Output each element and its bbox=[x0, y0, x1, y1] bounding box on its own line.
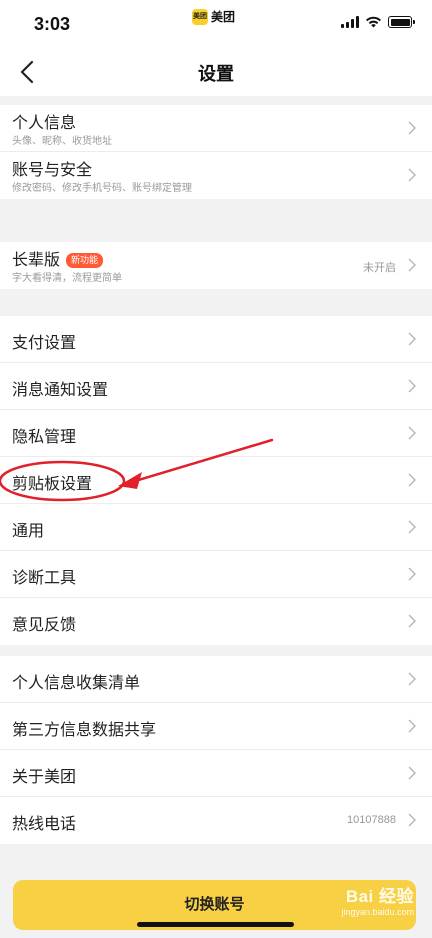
settings-row-payment[interactable]: 支付设置 bbox=[0, 316, 432, 363]
settings-row-privacy[interactable]: 隐私管理 bbox=[0, 410, 432, 457]
status-icons bbox=[341, 16, 415, 28]
row-label: 热线电话 bbox=[12, 816, 77, 833]
settings-row-feedback[interactable]: 意见反馈 bbox=[0, 598, 432, 645]
settings-group-about: 个人信息收集清单 第三方信息数据共享 关于美团 热线电话 10107888 bbox=[0, 656, 432, 844]
settings-row-hotline[interactable]: 热线电话 10107888 bbox=[0, 797, 432, 844]
wifi-icon bbox=[366, 16, 381, 28]
settings-row-third-party-sharing[interactable]: 第三方信息数据共享 bbox=[0, 703, 432, 750]
row-label: 个人信息 bbox=[12, 115, 77, 132]
row-label: 隐私管理 bbox=[12, 429, 77, 446]
status-app-indicator: 美团 美团 bbox=[192, 8, 235, 25]
settings-row-clipboard[interactable]: 剪贴板设置 bbox=[0, 457, 432, 504]
new-feature-badge: 新功能 bbox=[66, 253, 104, 268]
row-label: 意见反馈 bbox=[12, 617, 77, 634]
status-app-name: 美团 bbox=[211, 10, 236, 24]
chevron-right-icon bbox=[408, 672, 416, 686]
baidu-jingyan-watermark: Bai 经验 jingyan.baidu.com bbox=[341, 882, 414, 917]
row-label: 第三方信息数据共享 bbox=[12, 722, 157, 739]
chevron-right-icon bbox=[408, 168, 416, 182]
row-label: 通用 bbox=[12, 523, 45, 540]
settings-row-about[interactable]: 关于美团 bbox=[0, 750, 432, 797]
chevron-right-icon bbox=[408, 614, 416, 628]
row-label: 个人信息收集清单 bbox=[12, 675, 141, 692]
settings-row-account-security[interactable]: 账号与安全 修改密码、修改手机号码、账号绑定管理 bbox=[0, 152, 432, 199]
hotline-number: 10107888 bbox=[347, 814, 396, 826]
settings-group-account: 个人信息 头像、昵称、收货地址 账号与安全 修改密码、修改手机号码、账号绑定管理 bbox=[0, 105, 432, 199]
settings-row-info-collection[interactable]: 个人信息收集清单 bbox=[0, 656, 432, 703]
chevron-right-icon bbox=[408, 379, 416, 393]
chevron-right-icon bbox=[408, 258, 416, 272]
chevron-right-icon bbox=[408, 766, 416, 780]
chevron-right-icon bbox=[408, 121, 416, 135]
page-title: 设置 bbox=[198, 64, 234, 84]
settings-row-notifications[interactable]: 消息通知设置 bbox=[0, 363, 432, 410]
row-value: 未开启 bbox=[363, 262, 396, 274]
status-time: 3:03 bbox=[34, 14, 71, 34]
settings-row-personal-info[interactable]: 个人信息 头像、昵称、收货地址 bbox=[0, 105, 432, 152]
chevron-right-icon bbox=[408, 332, 416, 346]
chevron-right-icon bbox=[408, 473, 416, 487]
row-label: 长辈版 新功能 bbox=[12, 246, 104, 270]
row-subtitle: 字大看得清，流程更简单 bbox=[12, 273, 122, 284]
settings-group-elder-mode: 长辈版 新功能 字大看得清，流程更简单 未开启 bbox=[0, 242, 432, 289]
chevron-right-icon bbox=[408, 520, 416, 534]
cellular-signal-icon bbox=[341, 16, 359, 28]
row-label-text: 长辈版 bbox=[12, 252, 61, 269]
chevron-right-icon bbox=[408, 719, 416, 733]
navigation-bar: 设置 bbox=[0, 48, 432, 96]
watermark-logo-text: Bai 经验 bbox=[345, 887, 414, 906]
row-label: 关于美团 bbox=[12, 769, 77, 786]
row-subtitle: 修改密码、修改手机号码、账号绑定管理 bbox=[12, 183, 192, 194]
row-label: 消息通知设置 bbox=[12, 382, 109, 399]
row-label: 账号与安全 bbox=[12, 162, 93, 179]
settings-group-general: 支付设置 消息通知设置 隐私管理 剪贴板设置 通用 诊断工具 意见反馈 bbox=[0, 316, 432, 645]
chevron-right-icon bbox=[408, 813, 416, 827]
row-label: 支付设置 bbox=[12, 335, 77, 352]
chevron-right-icon bbox=[408, 426, 416, 440]
settings-row-diagnostics[interactable]: 诊断工具 bbox=[0, 551, 432, 598]
row-label: 剪贴板设置 bbox=[12, 476, 93, 493]
row-label: 诊断工具 bbox=[12, 570, 77, 587]
chevron-right-icon bbox=[408, 567, 416, 581]
watermark-url: jingyan.baidu.com bbox=[341, 907, 414, 917]
meituan-logo-icon: 美团 bbox=[192, 8, 208, 25]
status-bar: 3:03 美团 美团 bbox=[0, 0, 432, 48]
row-subtitle: 头像、昵称、收货地址 bbox=[12, 136, 112, 147]
settings-row-elder-mode[interactable]: 长辈版 新功能 字大看得清，流程更简单 未开启 bbox=[0, 242, 432, 289]
home-indicator bbox=[137, 922, 294, 927]
settings-row-general[interactable]: 通用 bbox=[0, 504, 432, 551]
battery-icon bbox=[388, 16, 415, 28]
